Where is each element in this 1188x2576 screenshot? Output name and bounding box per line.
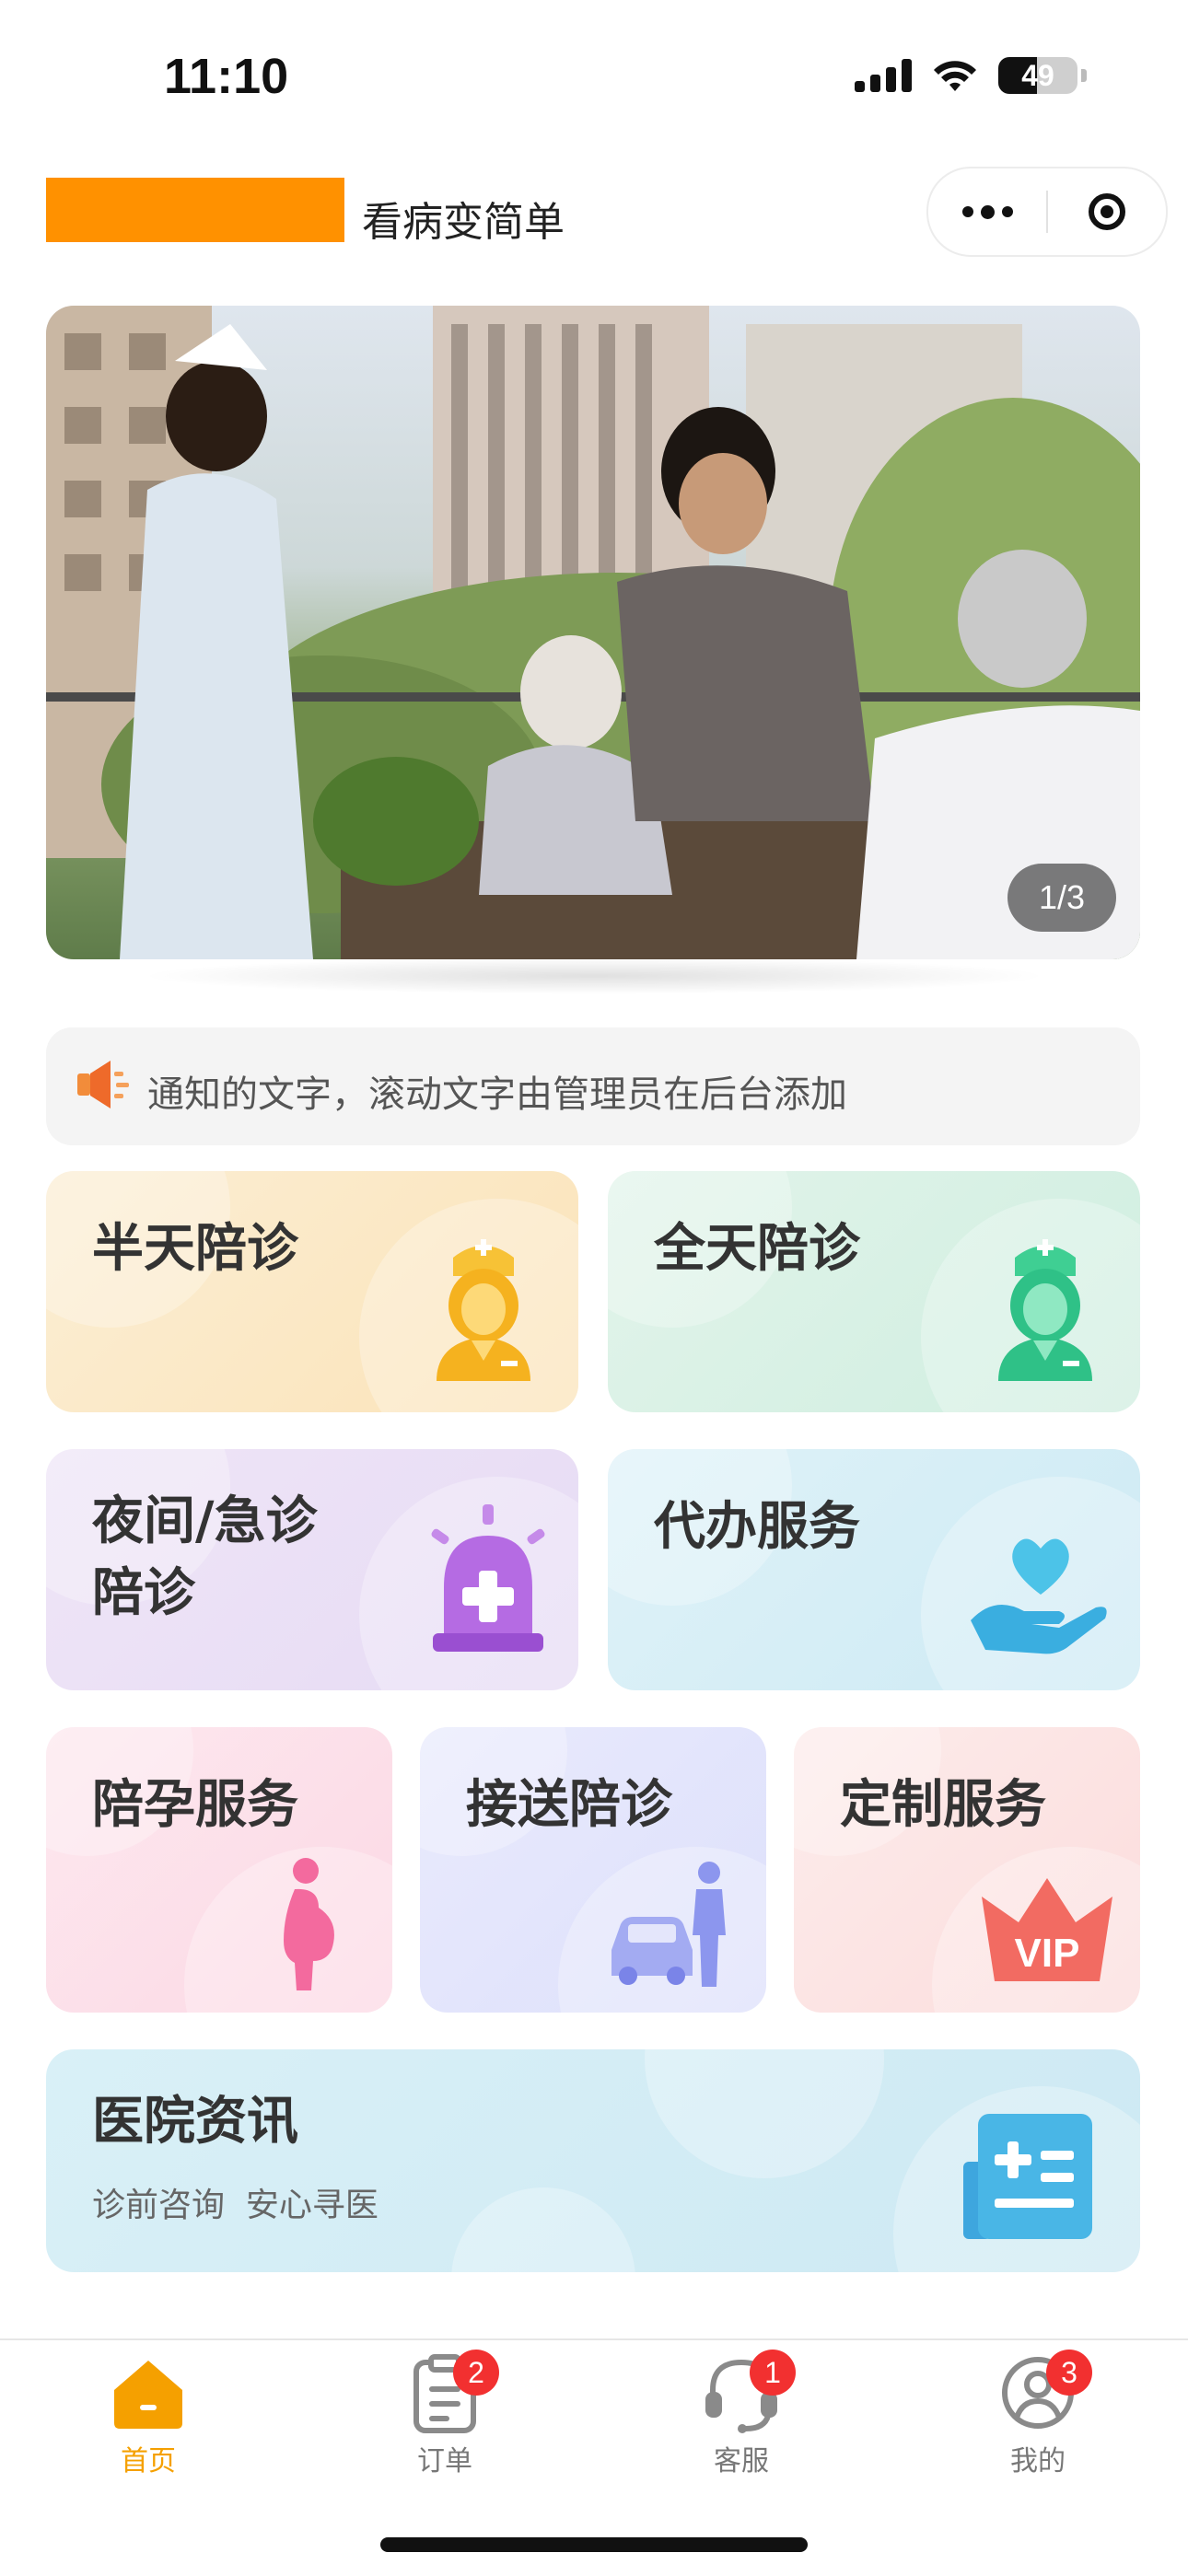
tab-service[interactable]: 1 客服 xyxy=(649,2350,833,2499)
service-label: 陪孕服务 xyxy=(92,1775,298,1835)
service-label: 半天陪诊 xyxy=(92,1219,298,1279)
hospital-news-card[interactable]: 医院资讯 诊前咨询 安心寻医 xyxy=(46,2049,1140,2272)
app-logo xyxy=(46,178,344,242)
tab-orders[interactable]: 2 订单 xyxy=(353,2350,537,2499)
header-title: 看病变简单 xyxy=(362,199,565,246)
service-label: 定制服务 xyxy=(840,1775,1046,1835)
banner-carousel[interactable]: 1/3 xyxy=(46,306,1140,959)
service-label: 夜间/急诊陪诊 xyxy=(92,1491,318,1623)
service-card-pregnancy[interactable]: 陪孕服务 xyxy=(46,1727,392,2013)
vip-crown-icon: VIP xyxy=(982,1878,1112,1981)
svg-text:VIP: VIP xyxy=(1015,1931,1080,1976)
wifi-icon xyxy=(934,61,976,91)
service-label: 接送陪诊 xyxy=(466,1775,672,1835)
home-icon xyxy=(114,2361,182,2429)
news-subtitle: 诊前咨询 安心寻医 xyxy=(92,2187,379,2224)
battery-icon: 49 xyxy=(998,57,1077,94)
service-label: 全天陪诊 xyxy=(654,1219,860,1279)
service-badge: 1 xyxy=(750,2350,796,2396)
car-person-icon xyxy=(611,1862,726,1987)
status-icons: 49 xyxy=(855,57,1087,94)
signal-icon xyxy=(855,59,912,92)
service-card-pickup[interactable]: 接送陪诊 xyxy=(420,1727,766,2013)
tab-profile[interactable]: 3 我的 xyxy=(946,2350,1130,2499)
miniprogram-capsule xyxy=(926,167,1168,257)
more-icon[interactable] xyxy=(928,168,1046,255)
notice-bar[interactable]: 通知的文字，滚动文字由管理员在后台添加 xyxy=(46,1027,1140,1145)
service-card-errand[interactable]: 代办服务 xyxy=(608,1449,1140,1690)
notice-text: 通知的文字，滚动文字由管理员在后台添加 xyxy=(147,1073,847,1116)
status-time: 11:10 xyxy=(164,49,289,104)
tab-label: 我的 xyxy=(1010,2445,1066,2477)
banner-shadow xyxy=(138,957,1050,994)
profile-badge: 3 xyxy=(1046,2350,1092,2396)
megaphone-icon xyxy=(77,1061,129,1108)
banner-pager: 1/3 xyxy=(1007,864,1116,932)
service-card-half-day[interactable]: 半天陪诊 xyxy=(46,1171,578,1412)
heart-hand-icon xyxy=(971,1538,1107,1654)
tab-label: 订单 xyxy=(417,2445,472,2477)
news-title: 医院资讯 xyxy=(92,2092,298,2152)
battery-tip xyxy=(1081,69,1087,82)
service-card-night-emergency[interactable]: 夜间/急诊陪诊 xyxy=(46,1449,578,1690)
home-indicator xyxy=(380,2537,808,2552)
battery-level: 49 xyxy=(1021,58,1054,92)
nurse-icon xyxy=(998,1239,1092,1381)
order-badge: 2 xyxy=(453,2350,499,2396)
service-card-custom[interactable]: 定制服务 VIP xyxy=(794,1727,1140,2013)
header: 看病变简单 xyxy=(0,161,1188,272)
tab-home[interactable]: 首页 xyxy=(56,2351,240,2499)
tab-label: 客服 xyxy=(714,2445,769,2477)
status-bar: 11:10 49 xyxy=(0,0,1188,157)
banner-photo xyxy=(46,306,1140,959)
nurse-icon xyxy=(437,1239,530,1381)
service-card-full-day[interactable]: 全天陪诊 xyxy=(608,1171,1140,1412)
alarm-light-icon xyxy=(431,1504,545,1652)
close-icon[interactable] xyxy=(1048,168,1166,255)
news-document-icon xyxy=(963,2114,1092,2239)
pregnant-woman-icon xyxy=(284,1858,334,1990)
tab-label: 首页 xyxy=(121,2445,176,2477)
